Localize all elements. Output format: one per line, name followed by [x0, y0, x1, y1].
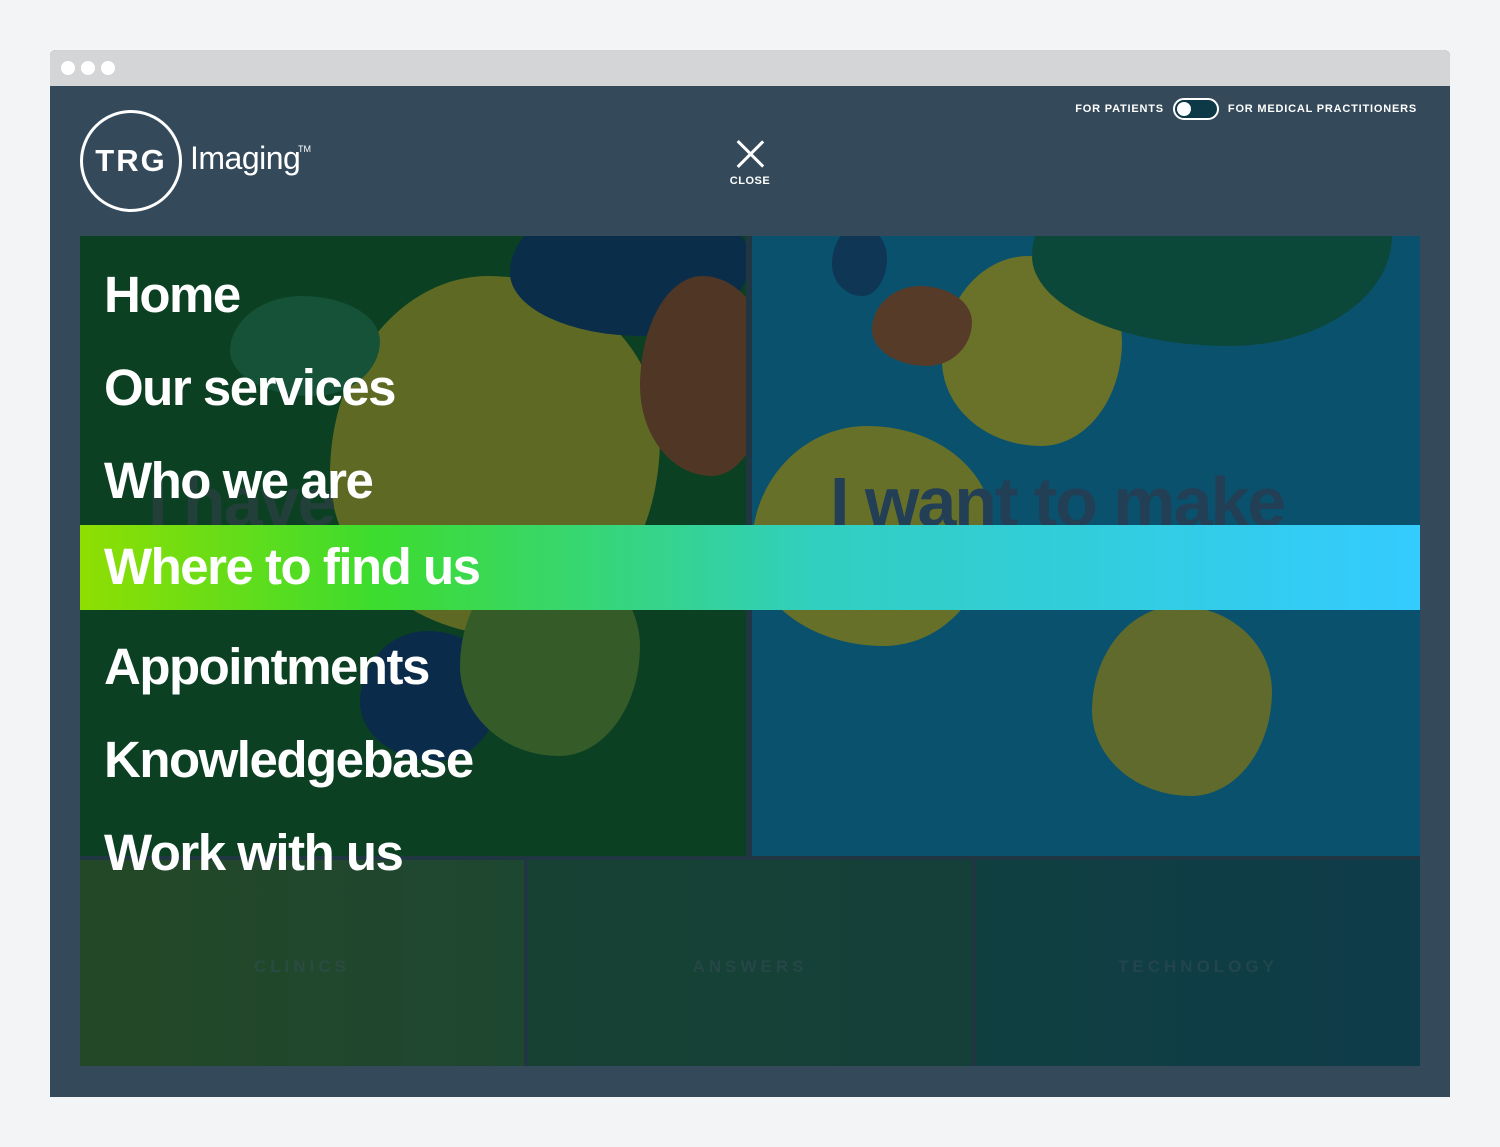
close-menu-button[interactable]: CLOSE — [720, 140, 780, 188]
window-dot-icon — [101, 61, 115, 75]
main-menu: Home Our services Who we are Where to fi… — [80, 236, 1420, 887]
tile-label: CLINICS — [254, 957, 350, 976]
menu-item-work-with-us[interactable]: Work with us — [80, 794, 1420, 887]
site-viewport: I have I want to make CLINICS ANSWERS TE… — [50, 86, 1450, 1097]
logo-wordmark: Imaging — [190, 140, 301, 176]
browser-window: I have I want to make CLINICS ANSWERS TE… — [50, 50, 1450, 1097]
close-icon — [736, 140, 764, 168]
menu-item-where-to-find-us[interactable]: Where to find us — [80, 525, 1420, 610]
menu-item-home[interactable]: Home — [80, 236, 1420, 329]
audience-toggle[interactable] — [1172, 98, 1219, 120]
audience-switch: FOR PATIENTS FOR MEDICAL PRACTITIONERS — [1075, 96, 1417, 122]
menu-item-appointments[interactable]: Appointments — [80, 608, 1420, 701]
toggle-knob — [1176, 102, 1191, 116]
menu-item-our-services[interactable]: Our services — [80, 329, 1420, 422]
tile-label: ANSWERS — [692, 957, 808, 976]
trg-imaging-logo[interactable]: TRG Imaging TM — [80, 110, 320, 212]
tile-technology[interactable]: TECHNOLOGY — [976, 860, 1420, 1066]
tile-clinics[interactable]: CLINICS — [80, 860, 524, 1066]
for-patients-label[interactable]: FOR PATIENTS — [1075, 103, 1164, 115]
logo-mark: TRG — [95, 143, 167, 178]
close-label: CLOSE — [729, 175, 771, 187]
for-practitioners-label[interactable]: FOR MEDICAL PRACTITIONERS — [1228, 103, 1417, 115]
menu-item-knowledgebase[interactable]: Knowledgebase — [80, 701, 1420, 794]
browser-chrome — [50, 50, 1450, 86]
tile-answers[interactable]: ANSWERS — [528, 860, 972, 1066]
window-dot-icon — [81, 61, 95, 75]
tile-label: TECHNOLOGY — [1118, 957, 1278, 976]
window-dot-icon — [61, 61, 75, 75]
menu-item-who-we-are[interactable]: Who we are — [80, 422, 1420, 515]
logo-trademark: TM — [298, 144, 311, 154]
